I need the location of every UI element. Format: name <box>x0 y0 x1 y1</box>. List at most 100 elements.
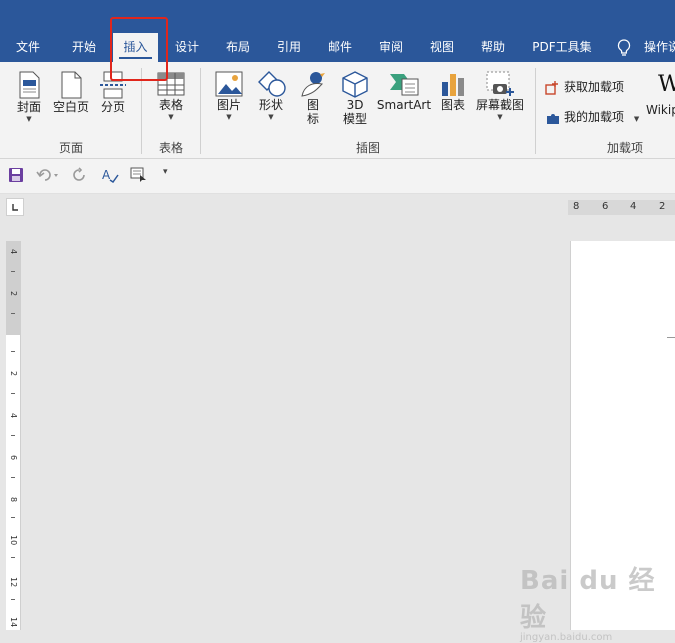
ruler-tick <box>11 477 15 478</box>
puzzle-icon <box>547 113 559 124</box>
page-break-button[interactable]: 分页 <box>94 70 132 114</box>
cover-page-label: 封面 <box>16 100 41 114</box>
watermark: Bai du 经验 jingyan.baidu.com <box>520 560 675 643</box>
illustrations-group-label: 插图 <box>355 141 380 155</box>
screenshot-label: 屏幕截图 <box>475 98 524 112</box>
tab-design[interactable]: 设计 <box>165 33 209 62</box>
dropdown-arrow-icon: ▼ <box>633 115 640 123</box>
tell-me-search[interactable]: 操作说 <box>644 33 675 62</box>
vertical-ruler[interactable]: 4 2 2 4 6 8 10 12 14 <box>6 241 21 630</box>
tab-file[interactable]: 文件 <box>6 33 50 62</box>
tab-pdf-tools[interactable]: PDF工具集 <box>526 33 598 62</box>
ruler-number: 2 <box>659 201 666 212</box>
tab-help[interactable]: 帮助 <box>471 33 515 62</box>
ruler-tick <box>11 393 15 394</box>
ruler-number: 14 <box>9 617 18 628</box>
lightbulb-icon[interactable] <box>616 39 632 57</box>
cube-icon <box>342 71 368 98</box>
ruler-number: 2 <box>9 371 18 377</box>
touch-mode-icon[interactable] <box>130 167 148 183</box>
smartart-label: SmartArt <box>376 98 432 112</box>
spelling-check-icon[interactable]: A <box>101 167 119 183</box>
get-addins-button[interactable]: 获取加载项 <box>545 78 624 96</box>
margin-marker <box>667 337 675 338</box>
dropdown-arrow-icon: ▼ <box>226 113 232 121</box>
dropdown-arrow-icon: ▼ <box>26 115 32 123</box>
left-tab-icon <box>12 204 18 211</box>
undo-icon[interactable] <box>36 167 60 183</box>
group-separator <box>200 68 201 154</box>
svg-text:A: A <box>102 168 111 182</box>
3d-models-button[interactable]: 3D 模型 <box>336 70 374 126</box>
my-addins-button[interactable]: 我的加载项 ▼ <box>545 108 639 126</box>
ruler-tick <box>11 351 15 352</box>
tab-selector[interactable] <box>6 198 24 216</box>
tab-insert[interactable]: 插入 <box>113 33 158 62</box>
ruler-number: 2 <box>9 291 18 297</box>
blank-page-icon <box>61 71 82 99</box>
3d-models-label-line1: 3D <box>346 98 364 112</box>
ruler-number: 4 <box>630 201 637 212</box>
icons-button[interactable]: 图 标 <box>296 70 330 126</box>
picture-icon <box>215 71 243 97</box>
cover-page-icon <box>19 71 40 99</box>
group-separator <box>535 68 536 154</box>
dropdown-arrow-icon: ▼ <box>268 113 274 121</box>
tab-mailings[interactable]: 邮件 <box>318 33 362 62</box>
ruler-number: 6 <box>602 201 609 212</box>
icons-label-line1: 图 <box>306 98 319 112</box>
chart-button[interactable]: 图表 <box>436 70 470 112</box>
page-break-icon <box>100 71 126 99</box>
tab-view[interactable]: 视图 <box>420 33 464 62</box>
table-icon <box>157 72 185 96</box>
ruler-number: 4 <box>9 413 18 419</box>
ruler-number: 12 <box>9 577 18 588</box>
ruler-number: 6 <box>9 455 18 461</box>
wikipedia-icon[interactable]: W <box>658 72 675 97</box>
ruler-margin-shade <box>6 241 20 335</box>
smartart-button[interactable]: SmartArt <box>376 70 432 112</box>
wikipedia-label[interactable]: Wikip <box>646 103 675 117</box>
my-addins-label: 我的加载项 <box>564 110 625 124</box>
pages-group-label: 页面 <box>58 141 83 155</box>
shapes-button[interactable]: 形状 ▼ <box>252 70 290 122</box>
store-icon <box>545 80 558 95</box>
watermark-url: jingyan.baidu.com <box>520 632 613 643</box>
page-break-label: 分页 <box>100 100 125 114</box>
tab-layout[interactable]: 布局 <box>216 33 260 62</box>
pictures-button[interactable]: 图片 ▼ <box>210 70 248 122</box>
customize-toolbar-icon[interactable]: ▾ <box>163 167 168 177</box>
tab-home[interactable]: 开始 <box>62 33 106 62</box>
shapes-label: 形状 <box>258 98 283 112</box>
save-icon[interactable] <box>8 167 24 183</box>
blank-page-button[interactable]: 空白页 <box>50 70 92 114</box>
ruler-tick <box>11 517 15 518</box>
pictures-label: 图片 <box>216 98 241 112</box>
ruler-number: 8 <box>9 497 18 503</box>
dropdown-arrow-icon: ▼ <box>497 113 503 121</box>
table-label: 表格 <box>158 98 183 112</box>
tables-group-label: 表格 <box>158 141 183 155</box>
ruler-tick <box>11 313 15 314</box>
group-separator <box>141 68 142 154</box>
shapes-icon <box>258 71 286 97</box>
tab-references[interactable]: 引用 <box>267 33 311 62</box>
ruler-number: 4 <box>9 249 18 255</box>
ruler-tick <box>11 435 15 436</box>
chart-label: 图表 <box>440 98 465 112</box>
tab-review[interactable]: 审阅 <box>369 33 413 62</box>
table-button[interactable]: 表格 ▼ <box>150 70 192 122</box>
ruler-tick <box>11 557 15 558</box>
bar-chart-icon <box>442 74 464 96</box>
watermark-brand: Bai du 经验 <box>520 566 656 633</box>
screenshot-icon <box>486 71 514 96</box>
ruler-number: 10 <box>9 535 18 546</box>
addins-group-label: 加载项 <box>606 141 643 155</box>
icons-label-line2: 标 <box>306 112 319 126</box>
blank-page-label: 空白页 <box>52 100 89 114</box>
screenshot-button[interactable]: 屏幕截图 ▼ <box>474 70 526 122</box>
cover-page-button[interactable]: 封面 ▼ <box>10 70 48 124</box>
horizontal-ruler[interactable]: 8 6 4 2 <box>568 200 675 215</box>
redo-icon[interactable] <box>72 167 88 183</box>
smartart-icon <box>390 74 419 96</box>
